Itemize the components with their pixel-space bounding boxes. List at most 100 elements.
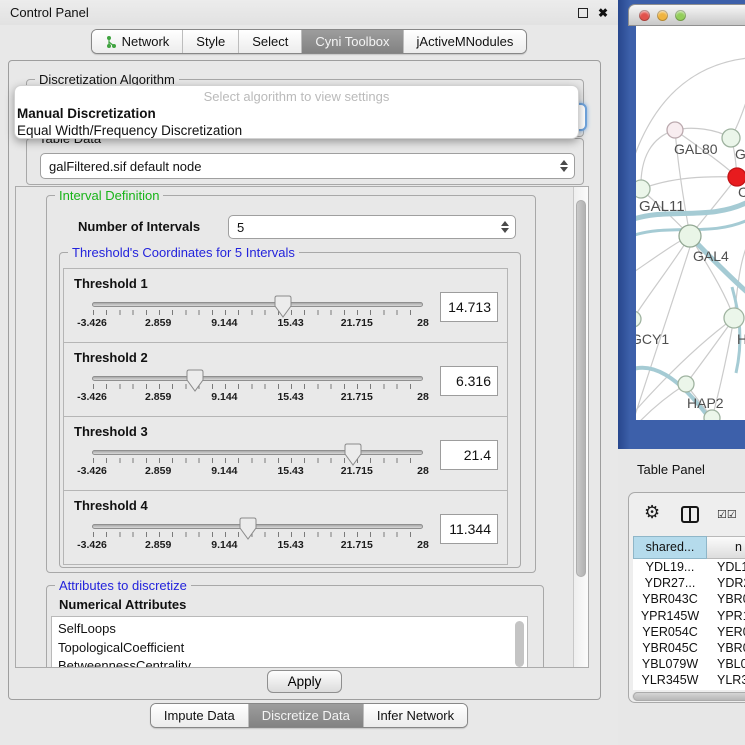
- threshold-row-2: Threshold 2 -3.426 2.859 9.: [63, 342, 508, 417]
- desktop-background: GAL80 G GAL11 C GAL4 GCY1 H HAP2: [618, 0, 745, 449]
- threshold-4-slider[interactable]: -3.426 2.859 9.144 15.43 21.715 28: [92, 524, 423, 552]
- threshold-rows: Threshold 1 -3.426 2.859 9.: [63, 269, 508, 565]
- threshold-4-label: Threshold 4: [74, 498, 148, 513]
- gear-icon[interactable]: ⚙: [644, 502, 660, 523]
- apply-area: Apply: [13, 666, 596, 696]
- vertical-scrollbar[interactable]: [573, 187, 588, 667]
- slider-track[interactable]: [92, 376, 423, 381]
- slider-track[interactable]: [92, 524, 423, 529]
- node-label-gal80: GAL80: [674, 141, 718, 157]
- panel-title: Control Panel: [10, 5, 89, 20]
- horizontal-scrollbar[interactable]: [632, 692, 745, 701]
- table-row[interactable]: YBR043CYBR0: [633, 591, 745, 607]
- numerical-attributes-list[interactable]: SelfLoops TopologicalCoefficient Between…: [51, 616, 528, 668]
- table-row[interactable]: YLR345WYLR3: [633, 672, 745, 688]
- dropdown-option-manual[interactable]: Manual Discretization: [15, 106, 578, 123]
- dropdown-hint: Select algorithm to view settings: [15, 89, 578, 106]
- network-node[interactable]: [704, 410, 720, 420]
- list-item[interactable]: TopologicalCoefficient: [58, 639, 527, 658]
- table-row[interactable]: YPR145WYPR1: [633, 608, 745, 624]
- slider-track[interactable]: [92, 450, 423, 455]
- network-node[interactable]: [667, 122, 683, 138]
- control-panel-titlebar: Control Panel ✖: [0, 0, 618, 25]
- minimize-window-icon[interactable]: [657, 10, 668, 21]
- table-row[interactable]: YBL079WYBL0: [633, 656, 745, 672]
- table-row[interactable]: YDL19...YDL1: [633, 559, 745, 575]
- network-window-titlebar[interactable]: [628, 4, 745, 26]
- threshold-3-value-field[interactable]: 21.4: [440, 440, 498, 470]
- slider-track[interactable]: [92, 302, 423, 307]
- network-node[interactable]: [678, 376, 694, 392]
- apply-button[interactable]: Apply: [267, 670, 343, 693]
- table-data-combobox[interactable]: galFiltered.sif default node: [40, 153, 575, 179]
- network-node[interactable]: [724, 308, 744, 328]
- node-table: shared... n YDL19...YDL1 YDR27...YDR2 YB…: [633, 536, 745, 690]
- node-label-gcy1: GCY1: [636, 331, 669, 347]
- slider-ticks: [93, 458, 422, 463]
- node-label-hap2: HAP2: [687, 395, 724, 411]
- tab-infer-network[interactable]: Infer Network: [363, 704, 467, 727]
- tab-style[interactable]: Style: [182, 30, 238, 53]
- tab-select[interactable]: Select: [238, 30, 301, 53]
- number-of-intervals-value: 5: [237, 220, 244, 235]
- network-icon: [105, 35, 117, 49]
- network-node[interactable]: [722, 129, 740, 147]
- table-row[interactable]: YIL052CYIL0: [633, 689, 745, 691]
- table-panel-box: ⚙ ☑☑ shared... n YDL19...YDL1 YDR27...YD…: [628, 492, 745, 703]
- tab-discretize-data[interactable]: Discretize Data: [248, 704, 363, 727]
- interval-definition-group: Interval Definition Number of Intervals …: [46, 195, 536, 573]
- attributes-group-title: Attributes to discretize: [55, 578, 191, 593]
- threshold-1-label: Threshold 1: [74, 276, 148, 291]
- thresholds-group-title: Threshold's Coordinates for 5 Intervals: [68, 245, 299, 260]
- network-graph: [636, 26, 745, 420]
- slider-thumb[interactable]: [239, 517, 257, 541]
- table-row[interactable]: YDR27...YDR2: [633, 575, 745, 591]
- threshold-2-slider[interactable]: -3.426 2.859 9.144 15.43 21.715 28: [92, 376, 423, 404]
- network-node[interactable]: [636, 311, 641, 327]
- column-header-name[interactable]: n: [707, 536, 745, 559]
- dropdown-option-equal-width[interactable]: Equal Width/Frequency Discretization: [15, 123, 578, 139]
- network-view-canvas[interactable]: GAL80 G GAL11 C GAL4 GCY1 H HAP2: [636, 26, 745, 420]
- threshold-2-label: Threshold 2: [74, 350, 148, 365]
- tab-cyni-toolbox[interactable]: Cyni Toolbox: [301, 30, 402, 53]
- float-window-icon[interactable]: [578, 8, 588, 18]
- zoom-window-icon[interactable]: [675, 10, 686, 21]
- interval-definition-title: Interval Definition: [55, 188, 163, 203]
- list-item[interactable]: SelfLoops: [58, 620, 527, 639]
- tab-jactivemnodules[interactable]: jActiveMNodules: [403, 30, 527, 53]
- threshold-row-4: Threshold 4 -3.426 2.859 9.: [63, 490, 508, 565]
- close-icon[interactable]: ✖: [598, 8, 608, 18]
- cyni-toolbox-panel: Discretization Algorithm Select algorith…: [8, 60, 601, 700]
- table-row[interactable]: YBR045CYBR0: [633, 640, 745, 656]
- table-header: shared... n: [633, 536, 745, 559]
- settings-scroll-area: Interval Definition Number of Intervals …: [15, 186, 589, 668]
- threshold-1-slider[interactable]: -3.426 2.859 9.144 15.43 21.715 28: [92, 302, 423, 330]
- slider-thumb[interactable]: [274, 295, 292, 319]
- slider-thumb[interactable]: [186, 369, 204, 393]
- network-node[interactable]: [636, 180, 650, 198]
- tab-network[interactable]: Network: [92, 30, 183, 53]
- tab-impute-data[interactable]: Impute Data: [151, 704, 248, 727]
- split-columns-icon[interactable]: [681, 506, 699, 523]
- number-of-intervals-combobox[interactable]: 5: [228, 215, 516, 239]
- list-scrollbar[interactable]: [515, 621, 524, 667]
- table-panel: Table Panel ⚙ ☑☑ shared... n YDL19...YDL…: [618, 449, 745, 745]
- node-label-clipped: G: [735, 146, 745, 162]
- close-window-icon[interactable]: [639, 10, 650, 21]
- threshold-4-value-field[interactable]: 11.344: [440, 514, 498, 544]
- scrollbar-thumb[interactable]: [576, 200, 586, 577]
- slider-ticks: [93, 310, 422, 315]
- table-data-value: galFiltered.sif default node: [49, 159, 201, 174]
- slider-thumb[interactable]: [344, 443, 362, 467]
- threshold-2-value-field[interactable]: 6.316: [440, 366, 498, 396]
- threshold-row-1: Threshold 1 -3.426 2.859 9.: [63, 268, 508, 343]
- network-node-gal4[interactable]: [679, 225, 701, 247]
- scrollbar-thumb[interactable]: [633, 692, 745, 701]
- threshold-1-value-field[interactable]: 14.713: [440, 292, 498, 322]
- threshold-3-slider[interactable]: -3.426 2.859 9.144 15.43 21.715 28: [92, 450, 423, 478]
- table-row[interactable]: YER054CYER0: [633, 624, 745, 640]
- node-label-clipped: H: [737, 331, 745, 347]
- node-label-clipped: C: [738, 184, 745, 200]
- column-header-shared-name[interactable]: shared...: [633, 536, 707, 559]
- checkbox-icons[interactable]: ☑☑: [717, 508, 737, 521]
